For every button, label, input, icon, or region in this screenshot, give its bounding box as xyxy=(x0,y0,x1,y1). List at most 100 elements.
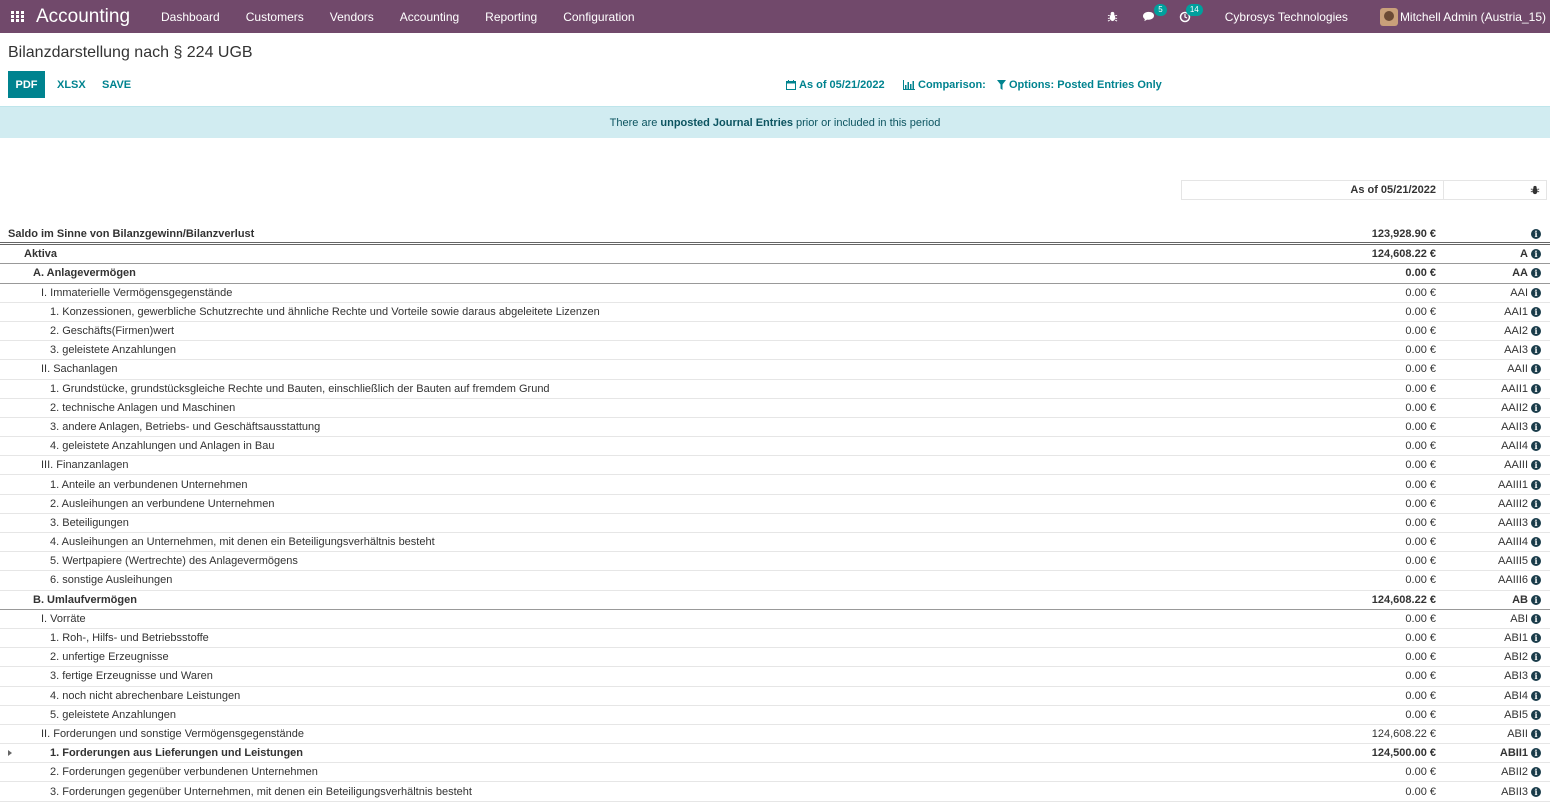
report-line[interactable]: 4. geleistete Anzahlungen und Anlagen in… xyxy=(0,437,1550,457)
user-menu[interactable]: Mitchell Admin (Austria_15) xyxy=(1400,10,1550,24)
line-amount[interactable]: 0.00 € xyxy=(1405,517,1436,529)
info-icon[interactable]: i xyxy=(1531,633,1541,644)
app-brand[interactable]: Accounting xyxy=(36,6,130,28)
info-icon[interactable]: i xyxy=(1531,556,1541,567)
info-icon[interactable]: i xyxy=(1531,441,1541,452)
line-amount[interactable]: 124,608.22 € xyxy=(1372,248,1436,260)
info-icon[interactable]: i xyxy=(1531,575,1541,586)
report-line[interactable]: 1. Grundstücke, grundstücksgleiche Recht… xyxy=(0,380,1550,399)
line-amount[interactable]: 0.00 € xyxy=(1405,632,1436,644)
line-amount[interactable]: 0.00 € xyxy=(1405,459,1436,471)
info-icon[interactable]: i xyxy=(1531,517,1541,528)
report-line[interactable]: 1. Forderungen aus Lieferungen und Leist… xyxy=(0,744,1550,764)
info-icon[interactable]: i xyxy=(1531,345,1541,356)
report-line[interactable]: A. Anlagevermögen 0.00 € AA i xyxy=(0,264,1550,284)
line-amount[interactable]: 0.00 € xyxy=(1405,536,1436,548)
user-avatar[interactable] xyxy=(1379,7,1398,26)
line-amount[interactable]: 0.00 € xyxy=(1405,651,1436,663)
line-amount[interactable]: 124,608.22 € xyxy=(1372,728,1436,740)
report-line[interactable]: 3. andere Anlagen, Betriebs- und Geschäf… xyxy=(0,418,1550,438)
info-icon[interactable]: i xyxy=(1531,594,1541,605)
line-amount[interactable]: 0.00 € xyxy=(1405,574,1436,586)
line-amount[interactable]: 0.00 € xyxy=(1405,306,1436,318)
expand-caret-icon[interactable] xyxy=(8,750,12,757)
activity-clock-icon[interactable]: 14 xyxy=(1173,0,1203,33)
info-icon[interactable]: i xyxy=(1531,767,1541,778)
menu-accounting[interactable]: Accounting xyxy=(387,0,472,33)
line-label[interactable]: III. Finanzanlagen xyxy=(41,459,128,471)
column-debug-bug-icon[interactable] xyxy=(1444,181,1546,199)
line-label[interactable]: 3. andere Anlagen, Betriebs- und Geschäf… xyxy=(50,421,320,433)
report-line[interactable]: 5. Wertpapiere (Wertrechte) des Anlageve… xyxy=(0,552,1550,572)
line-amount[interactable]: 123,928.90 € xyxy=(1372,228,1436,240)
line-label[interactable]: 2. technische Anlagen und Maschinen xyxy=(50,402,235,414)
line-amount[interactable]: 0.00 € xyxy=(1405,267,1436,279)
info-icon[interactable]: i xyxy=(1531,690,1541,701)
line-label[interactable]: I. Immaterielle Vermögensgegenstände xyxy=(41,287,232,299)
report-line[interactable]: II. Sachanlagen 0.00 € AAII i xyxy=(0,360,1550,380)
info-icon[interactable]: i xyxy=(1531,326,1541,337)
line-label[interactable]: II. Sachanlagen xyxy=(41,363,117,375)
info-icon[interactable]: i xyxy=(1531,479,1541,490)
report-line[interactable]: 2. technische Anlagen und Maschinen 0.00 … xyxy=(0,399,1550,418)
line-amount[interactable]: 0.00 € xyxy=(1405,555,1436,567)
menu-reporting[interactable]: Reporting xyxy=(472,0,550,33)
line-amount[interactable]: 0.00 € xyxy=(1405,325,1436,337)
line-amount[interactable]: 0.00 € xyxy=(1405,709,1436,721)
company-switcher[interactable]: Cybrosys Technologies xyxy=(1225,10,1348,24)
line-label[interactable]: 3. geleistete Anzahlungen xyxy=(50,344,176,356)
line-label[interactable]: 3. Forderungen gegenüber Unternehmen, mi… xyxy=(50,786,472,798)
line-label[interactable]: 2. Forderungen gegenüber verbundenen Unt… xyxy=(50,766,318,778)
line-label[interactable]: 2. Ausleihungen an verbundene Unternehme… xyxy=(50,498,274,510)
line-amount[interactable]: 0.00 € xyxy=(1405,383,1436,395)
report-line[interactable]: 3. geleistete Anzahlungen 0.00 € AAI3 i xyxy=(0,341,1550,361)
report-line[interactable]: 6. sonstige Ausleihungen 0.00 € AAIII6 i xyxy=(0,571,1550,591)
line-label[interactable]: 2. unfertige Erzeugnisse xyxy=(50,651,169,663)
debug-bug-icon[interactable] xyxy=(1101,0,1125,33)
info-icon[interactable]: i xyxy=(1531,748,1541,759)
line-label[interactable]: 1. Roh-, Hilfs- und Betriebsstoffe xyxy=(50,632,209,644)
line-amount[interactable]: 0.00 € xyxy=(1405,421,1436,433)
line-amount[interactable]: 0.00 € xyxy=(1405,479,1436,491)
line-label[interactable]: 1. Konzessionen, gewerbliche Schutzrecht… xyxy=(50,306,600,318)
info-icon[interactable]: i xyxy=(1531,306,1541,317)
options-filter[interactable]: Options: Posted Entries Only xyxy=(997,71,1162,98)
info-icon[interactable]: i xyxy=(1531,364,1541,375)
line-amount[interactable]: 0.00 € xyxy=(1405,498,1436,510)
line-label[interactable]: Aktiva xyxy=(24,248,57,260)
alert-strong[interactable]: unposted Journal Entries xyxy=(660,117,793,129)
info-icon[interactable]: i xyxy=(1531,421,1541,432)
info-icon[interactable]: i xyxy=(1531,460,1541,471)
line-label[interactable]: B. Umlaufvermögen xyxy=(33,594,137,606)
line-amount[interactable]: 0.00 € xyxy=(1405,613,1436,625)
report-line[interactable]: 2. unfertige Erzeugnisse 0.00 € ABI2 i xyxy=(0,648,1550,668)
report-line[interactable]: 5. geleistete Anzahlungen 0.00 € ABI5 i xyxy=(0,706,1550,725)
menu-dashboard[interactable]: Dashboard xyxy=(148,0,233,33)
report-line[interactable]: II. Forderungen und sonstige Vermögensge… xyxy=(0,725,1550,745)
apps-menu-icon[interactable] xyxy=(0,0,34,33)
line-amount[interactable]: 0.00 € xyxy=(1405,402,1436,414)
line-amount[interactable]: 0.00 € xyxy=(1405,690,1436,702)
line-label[interactable]: 4. geleistete Anzahlungen und Anlagen in… xyxy=(50,440,274,452)
report-line[interactable]: Aktiva 124,608.22 € Ai xyxy=(0,245,1550,265)
pdf-button[interactable]: PDF xyxy=(8,71,45,98)
line-label[interactable]: A. Anlagevermögen xyxy=(33,267,136,279)
line-amount[interactable]: 0.00 € xyxy=(1405,440,1436,452)
xlsx-button[interactable]: XLSX xyxy=(57,71,86,98)
line-label[interactable]: Saldo im Sinne von Bilanzgewinn/Bilanzve… xyxy=(8,228,254,240)
line-label[interactable]: 5. Wertpapiere (Wertrechte) des Anlageve… xyxy=(50,555,298,567)
line-amount[interactable]: 0.00 € xyxy=(1405,670,1436,682)
line-amount[interactable]: 0.00 € xyxy=(1405,287,1436,299)
info-icon[interactable]: i xyxy=(1531,709,1541,720)
report-line[interactable]: 2. Ausleihungen an verbundene Unternehme… xyxy=(0,495,1550,514)
info-icon[interactable]: i xyxy=(1531,728,1541,739)
info-icon[interactable]: i xyxy=(1531,229,1541,240)
info-icon[interactable]: i xyxy=(1531,287,1541,298)
info-icon[interactable]: i xyxy=(1531,786,1541,797)
menu-configuration[interactable]: Configuration xyxy=(550,0,647,33)
date-filter[interactable]: As of 05/21/2022 xyxy=(786,71,885,98)
info-icon[interactable]: i xyxy=(1531,537,1541,548)
info-icon[interactable]: i xyxy=(1531,249,1541,260)
line-amount[interactable]: 0.00 € xyxy=(1405,344,1436,356)
report-line[interactable]: 2. Geschäfts(Firmen)wert 0.00 € AAI2 i xyxy=(0,322,1550,342)
